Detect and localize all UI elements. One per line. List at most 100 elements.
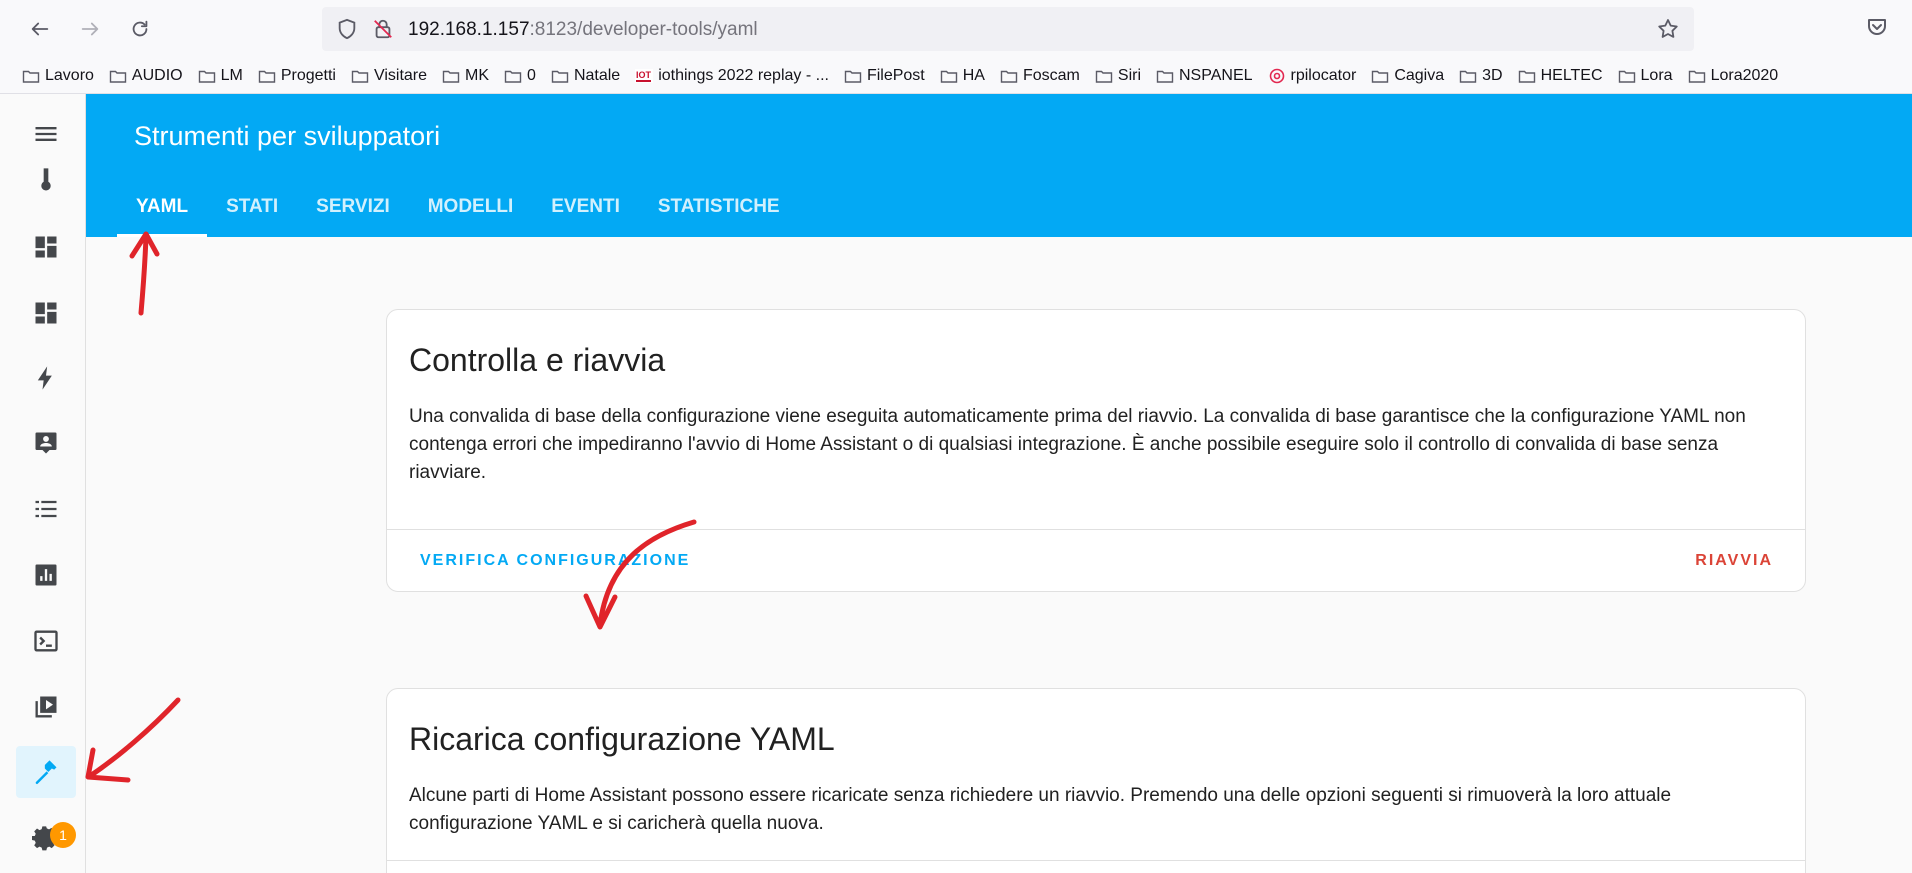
bookmark-label: 3D bbox=[1482, 66, 1503, 84]
arrow-left-icon[interactable] bbox=[22, 11, 58, 47]
bookmark-label: FilePost bbox=[866, 66, 925, 84]
folder-icon bbox=[198, 68, 216, 84]
folder-icon bbox=[1688, 68, 1706, 84]
target-icon bbox=[1268, 68, 1286, 84]
bookmark-progetti[interactable]: Progetti bbox=[258, 67, 336, 85]
folder-icon bbox=[1000, 68, 1018, 84]
play-box-multiple-icon[interactable] bbox=[16, 681, 76, 733]
restart-button[interactable]: RIAVVIA bbox=[1695, 552, 1773, 570]
bookmark-label: Foscam bbox=[1022, 66, 1080, 84]
bookmark-heltec[interactable]: HELTEC bbox=[1518, 67, 1603, 85]
bookmark-label: AUDIO bbox=[131, 66, 183, 84]
folder-icon bbox=[22, 68, 40, 84]
url-host: 192.168.1.157 bbox=[408, 19, 530, 40]
bookmarks-bar: Lavoro AUDIO LM Progetti Visitare MK 0 Natale IO… bbox=[0, 58, 1912, 94]
bookmark-label: Siri bbox=[1117, 66, 1141, 84]
bookmark-cagiva[interactable]: Cagiva bbox=[1371, 67, 1444, 85]
dashboard-icon[interactable] bbox=[16, 221, 76, 273]
bookmark-mk[interactable]: MK bbox=[442, 67, 489, 85]
menu-icon[interactable] bbox=[16, 108, 76, 160]
card-title: Controlla e riavvia bbox=[409, 342, 666, 378]
bookmark-filepost[interactable]: FilePost bbox=[844, 67, 925, 85]
card-actions: VERIFICA CONFIGURAZIONE RIAVVIA bbox=[387, 529, 1805, 591]
hammer-icon[interactable] bbox=[16, 746, 76, 798]
reload-icon[interactable] bbox=[122, 11, 158, 47]
folder-icon bbox=[1618, 68, 1636, 84]
notification-badge: 1 bbox=[50, 822, 76, 848]
bookmark-lm[interactable]: LM bbox=[198, 67, 243, 85]
bookmark-label: Visitare bbox=[373, 66, 428, 84]
bookmark-label: HELTEC bbox=[1540, 66, 1603, 84]
page-title: Strumenti per sviluppatori bbox=[134, 121, 441, 151]
card-title: Ricarica configurazione YAML bbox=[409, 721, 835, 757]
bookmark-iothings-2022-replay[interactable]: IOT iothings 2022 replay - ... bbox=[635, 67, 829, 85]
app-header: Strumenti per sviluppatori YAML STATI SE… bbox=[86, 94, 1912, 237]
folder-icon bbox=[258, 68, 276, 84]
bookmark-label: NSPANEL bbox=[1179, 66, 1253, 84]
lightning-bolt-icon[interactable] bbox=[16, 352, 76, 404]
tab-statistiche[interactable]: STATISTICHE bbox=[639, 177, 799, 237]
bookmark-label: Lora2020 bbox=[1710, 66, 1779, 84]
verify-config-button[interactable]: VERIFICA CONFIGURAZIONE bbox=[420, 552, 690, 570]
shield-icon[interactable] bbox=[336, 18, 358, 40]
insecure-lock-icon[interactable] bbox=[372, 18, 394, 40]
bookmark-lavoro[interactable]: Lavoro bbox=[22, 67, 94, 85]
console-icon[interactable] bbox=[16, 615, 76, 667]
bookmark-label: rpilocator bbox=[1290, 66, 1357, 84]
folder-icon bbox=[844, 68, 862, 84]
bookmark-label: Natale bbox=[573, 66, 621, 84]
folder-icon bbox=[1459, 68, 1477, 84]
card-description: Una convalida di base della configurazio… bbox=[409, 406, 1746, 483]
bookmark-rpilocator[interactable]: rpilocator bbox=[1268, 66, 1357, 85]
tab-modelli[interactable]: MODELLI bbox=[409, 177, 533, 237]
bookmark-foscam[interactable]: Foscam bbox=[1000, 67, 1080, 85]
folder-icon bbox=[442, 68, 460, 84]
url-bar[interactable]: 192.168.1.157:8123/developer-tools/yaml bbox=[322, 7, 1694, 51]
url-text[interactable]: 192.168.1.157:8123/developer-tools/yaml bbox=[408, 19, 758, 41]
folder-icon bbox=[1095, 68, 1113, 84]
bookmark-audio[interactable]: AUDIO bbox=[109, 67, 183, 85]
bookmark-ha[interactable]: HA bbox=[940, 67, 985, 85]
url-path: :8123/developer-tools/yaml bbox=[529, 19, 758, 40]
tab-stati[interactable]: STATI bbox=[207, 177, 297, 237]
bookmark-nspanel[interactable]: NSPANEL bbox=[1156, 67, 1253, 85]
arrow-right-icon[interactable] bbox=[72, 11, 108, 47]
tab-bar: YAML STATI SERVIZI MODELLI EVENTI STATIS… bbox=[117, 177, 799, 237]
tab-servizi[interactable]: SERVIZI bbox=[297, 177, 409, 237]
bookmark-lora[interactable]: Lora bbox=[1618, 67, 1673, 85]
browser-toolbar: 192.168.1.157:8123/developer-tools/yaml bbox=[0, 0, 1912, 58]
bookmark-label: 0 bbox=[527, 66, 536, 84]
star-icon[interactable] bbox=[1656, 17, 1680, 41]
bookmark-label: Lavoro bbox=[45, 66, 94, 84]
main-content: Controlla e riavvia Una convalida di bas… bbox=[86, 237, 1912, 873]
folder-icon bbox=[351, 68, 369, 84]
bookmark-visitare[interactable]: Visitare bbox=[351, 67, 427, 85]
bookmark-0[interactable]: 0 bbox=[504, 67, 536, 85]
thermometer-icon[interactable] bbox=[16, 154, 76, 206]
pocket-icon[interactable] bbox=[1865, 15, 1889, 39]
account-box-icon[interactable] bbox=[16, 417, 76, 469]
bookmark-siri[interactable]: Siri bbox=[1095, 67, 1141, 85]
iot-logo-icon: IOT bbox=[635, 68, 654, 84]
check-restart-card: Controlla e riavvia Una convalida di bas… bbox=[386, 309, 1806, 592]
bookmark-lora2020[interactable]: Lora2020 bbox=[1688, 66, 1779, 85]
format-list-icon[interactable] bbox=[16, 483, 76, 535]
chart-box-icon[interactable] bbox=[16, 549, 76, 601]
reload-yaml-card: Ricarica configurazione YAML Alcune part… bbox=[386, 688, 1806, 873]
folder-icon bbox=[940, 68, 958, 84]
divider bbox=[387, 860, 1805, 861]
bookmark-3d[interactable]: 3D bbox=[1459, 66, 1503, 85]
bookmark-label: Cagiva bbox=[1394, 66, 1445, 84]
folder-icon bbox=[109, 68, 127, 84]
tab-yaml[interactable]: YAML bbox=[117, 177, 208, 237]
folder-icon bbox=[1518, 68, 1536, 84]
bookmark-natale[interactable]: Natale bbox=[551, 67, 620, 85]
tab-eventi[interactable]: EVENTI bbox=[532, 177, 639, 237]
card-description: Alcune parti di Home Assistant possono e… bbox=[409, 785, 1672, 834]
bookmark-label: LM bbox=[220, 66, 243, 84]
bookmark-label: Progetti bbox=[280, 66, 336, 84]
dashboard-icon[interactable] bbox=[16, 287, 76, 339]
folder-icon bbox=[504, 68, 522, 84]
folder-icon bbox=[551, 68, 569, 84]
folder-icon bbox=[1156, 68, 1174, 84]
